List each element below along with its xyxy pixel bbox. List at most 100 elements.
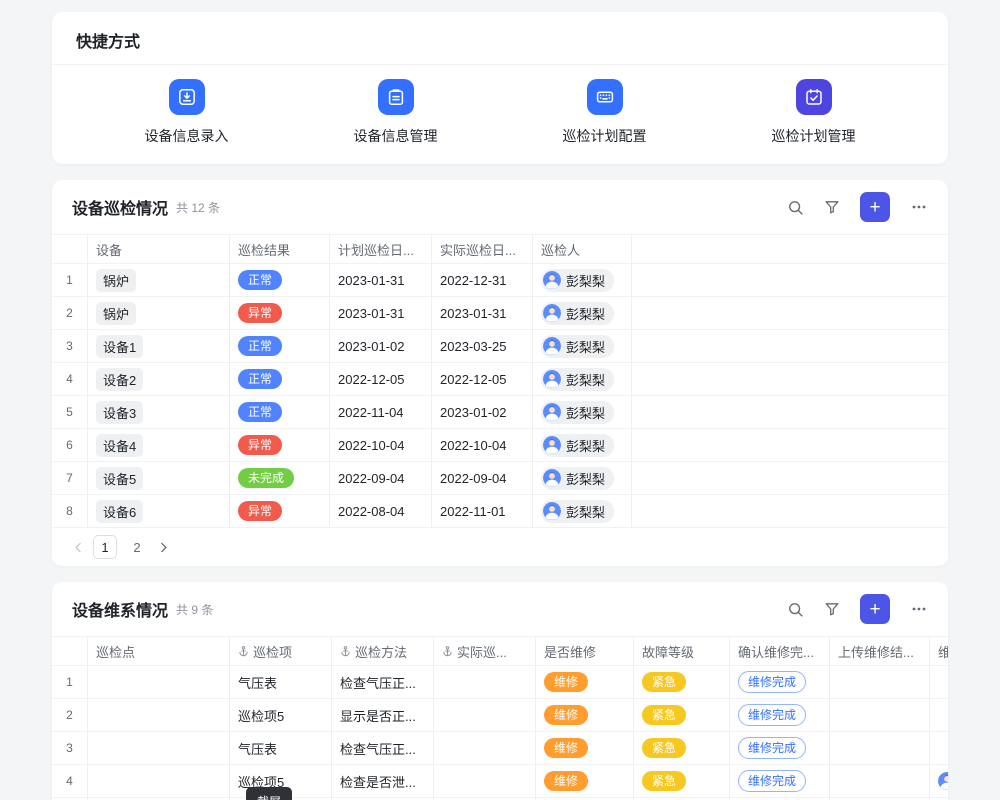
inspector-cell[interactable]: 彭梨梨	[533, 264, 632, 296]
upload-cell[interactable]	[830, 732, 930, 764]
planned-date-cell[interactable]: 2022-08-04	[330, 495, 432, 527]
confirm-cell[interactable]: 维修完成	[730, 666, 830, 698]
device-cell[interactable]: 设备4	[88, 429, 230, 461]
worker-cell[interactable]	[930, 765, 948, 797]
device-cell[interactable]: 设备2	[88, 363, 230, 395]
confirm-cell[interactable]: 维修完成	[730, 699, 830, 731]
confirm-repair-button[interactable]: 维修完成	[738, 704, 806, 726]
shortcut-item-2[interactable]: 设备信息管理	[291, 79, 500, 146]
planned-date-cell[interactable]: 2022-12-05	[330, 363, 432, 395]
method-cell[interactable]: 检查气压正...	[332, 732, 434, 764]
maintenance-row[interactable]: 3气压表检查气压正...维修紧急维修完成	[52, 732, 948, 765]
actual-date-cell[interactable]: 2022-10-04	[432, 429, 533, 461]
search-icon[interactable]	[787, 199, 804, 216]
planned-date-cell[interactable]: 2023-01-31	[330, 264, 432, 296]
repair-cell[interactable]: 维修	[536, 732, 634, 764]
device-cell[interactable]: 锅炉	[88, 264, 230, 296]
item-cell[interactable]: 气压表	[230, 732, 332, 764]
repair-cell[interactable]: 维修	[536, 666, 634, 698]
device-cell[interactable]: 设备5	[88, 462, 230, 494]
search-icon[interactable]	[787, 601, 804, 618]
more-icon[interactable]	[910, 198, 928, 216]
page-button-1[interactable]: 1	[93, 535, 117, 559]
worker-cell[interactable]	[930, 699, 948, 731]
repair-cell[interactable]: 维修	[536, 765, 634, 797]
add-record-button[interactable]: +	[860, 192, 890, 222]
inspection-row[interactable]: 2锅炉异常2023-01-312023-01-31彭梨梨	[52, 297, 948, 330]
prev-page-button[interactable]	[72, 541, 85, 554]
result-cell[interactable]: 未完成	[230, 462, 330, 494]
inspector-cell[interactable]: 彭梨梨	[533, 330, 632, 362]
actual-date-cell[interactable]: 2022-12-31	[432, 264, 533, 296]
maintenance-row[interactable]: 1气压表检查气压正...维修紧急维修完成	[52, 666, 948, 699]
actual-date-cell[interactable]: 2023-01-31	[432, 297, 533, 329]
page-button-2[interactable]: 2	[125, 535, 149, 559]
result-cell[interactable]: 正常	[230, 396, 330, 428]
inspection-row[interactable]: 7设备5未完成2022-09-042022-09-04彭梨梨	[52, 462, 948, 495]
planned-date-cell[interactable]: 2022-10-04	[330, 429, 432, 461]
device-cell[interactable]: 设备1	[88, 330, 230, 362]
inspection-row[interactable]: 4设备2正常2022-12-052022-12-05彭梨梨	[52, 363, 948, 396]
upload-cell[interactable]	[830, 765, 930, 797]
worker-cell[interactable]	[930, 732, 948, 764]
method-cell[interactable]: 显示是否正...	[332, 699, 434, 731]
actual-inspection-cell[interactable]	[434, 666, 536, 698]
device-cell[interactable]: 设备3	[88, 396, 230, 428]
next-page-button[interactable]	[157, 541, 170, 554]
device-cell[interactable]: 锅炉	[88, 297, 230, 329]
device-cell[interactable]: 设备6	[88, 495, 230, 527]
inspector-cell[interactable]: 彭梨梨	[533, 495, 632, 527]
method-cell[interactable]: 检查气压正...	[332, 666, 434, 698]
inspector-cell[interactable]: 彭梨梨	[533, 429, 632, 461]
confirm-cell[interactable]: 维修完成	[730, 765, 830, 797]
point-cell[interactable]	[88, 732, 230, 764]
filter-icon[interactable]	[824, 199, 840, 215]
confirm-repair-button[interactable]: 维修完成	[738, 737, 806, 759]
actual-date-cell[interactable]: 2022-09-04	[432, 462, 533, 494]
confirm-cell[interactable]: 维修完成	[730, 732, 830, 764]
item-cell[interactable]: 巡检项5	[230, 699, 332, 731]
planned-date-cell[interactable]: 2023-01-02	[330, 330, 432, 362]
actual-date-cell[interactable]: 2023-01-02	[432, 396, 533, 428]
inspection-row[interactable]: 1锅炉正常2023-01-312022-12-31彭梨梨	[52, 264, 948, 297]
repair-cell[interactable]: 维修	[536, 699, 634, 731]
confirm-repair-button[interactable]: 维修完成	[738, 671, 806, 693]
filter-icon[interactable]	[824, 601, 840, 617]
inspector-cell[interactable]: 彭梨梨	[533, 297, 632, 329]
upload-cell[interactable]	[830, 699, 930, 731]
shortcut-item-4[interactable]: 巡检计划管理	[709, 79, 918, 146]
point-cell[interactable]	[88, 765, 230, 797]
inspection-row[interactable]: 3设备1正常2023-01-022023-03-25彭梨梨	[52, 330, 948, 363]
planned-date-cell[interactable]: 2022-11-04	[330, 396, 432, 428]
inspection-row[interactable]: 6设备4异常2022-10-042022-10-04彭梨梨	[52, 429, 948, 462]
maintenance-row[interactable]: 4巡检项5检查是否泄...维修紧急维修完成	[52, 765, 948, 798]
result-cell[interactable]: 异常	[230, 495, 330, 527]
result-cell[interactable]: 正常	[230, 330, 330, 362]
level-cell[interactable]: 紧急	[634, 765, 730, 797]
result-cell[interactable]: 正常	[230, 363, 330, 395]
result-cell[interactable]: 异常	[230, 297, 330, 329]
inspector-cell[interactable]: 彭梨梨	[533, 462, 632, 494]
inspection-row[interactable]: 8设备6异常2022-08-042022-11-01彭梨梨	[52, 495, 948, 528]
inspector-cell[interactable]: 彭梨梨	[533, 396, 632, 428]
planned-date-cell[interactable]: 2022-09-04	[330, 462, 432, 494]
maintenance-row[interactable]: 2巡检项5显示是否正...维修紧急维修完成	[52, 699, 948, 732]
confirm-repair-button[interactable]: 维修完成	[738, 770, 806, 792]
actual-inspection-cell[interactable]	[434, 765, 536, 797]
level-cell[interactable]: 紧急	[634, 732, 730, 764]
actual-inspection-cell[interactable]	[434, 732, 536, 764]
result-cell[interactable]: 异常	[230, 429, 330, 461]
upload-cell[interactable]	[830, 666, 930, 698]
actual-inspection-cell[interactable]	[434, 699, 536, 731]
result-cell[interactable]: 正常	[230, 264, 330, 296]
item-cell[interactable]: 气压表	[230, 666, 332, 698]
actual-date-cell[interactable]: 2022-12-05	[432, 363, 533, 395]
screenshot-overlay[interactable]: 截屏	[246, 787, 292, 800]
actual-date-cell[interactable]: 2023-03-25	[432, 330, 533, 362]
point-cell[interactable]	[88, 699, 230, 731]
shortcut-item-1[interactable]: 设备信息录入	[82, 79, 291, 146]
more-icon[interactable]	[910, 600, 928, 618]
method-cell[interactable]: 检查是否泄...	[332, 765, 434, 797]
level-cell[interactable]: 紧急	[634, 699, 730, 731]
shortcut-item-3[interactable]: 巡检计划配置	[500, 79, 709, 146]
